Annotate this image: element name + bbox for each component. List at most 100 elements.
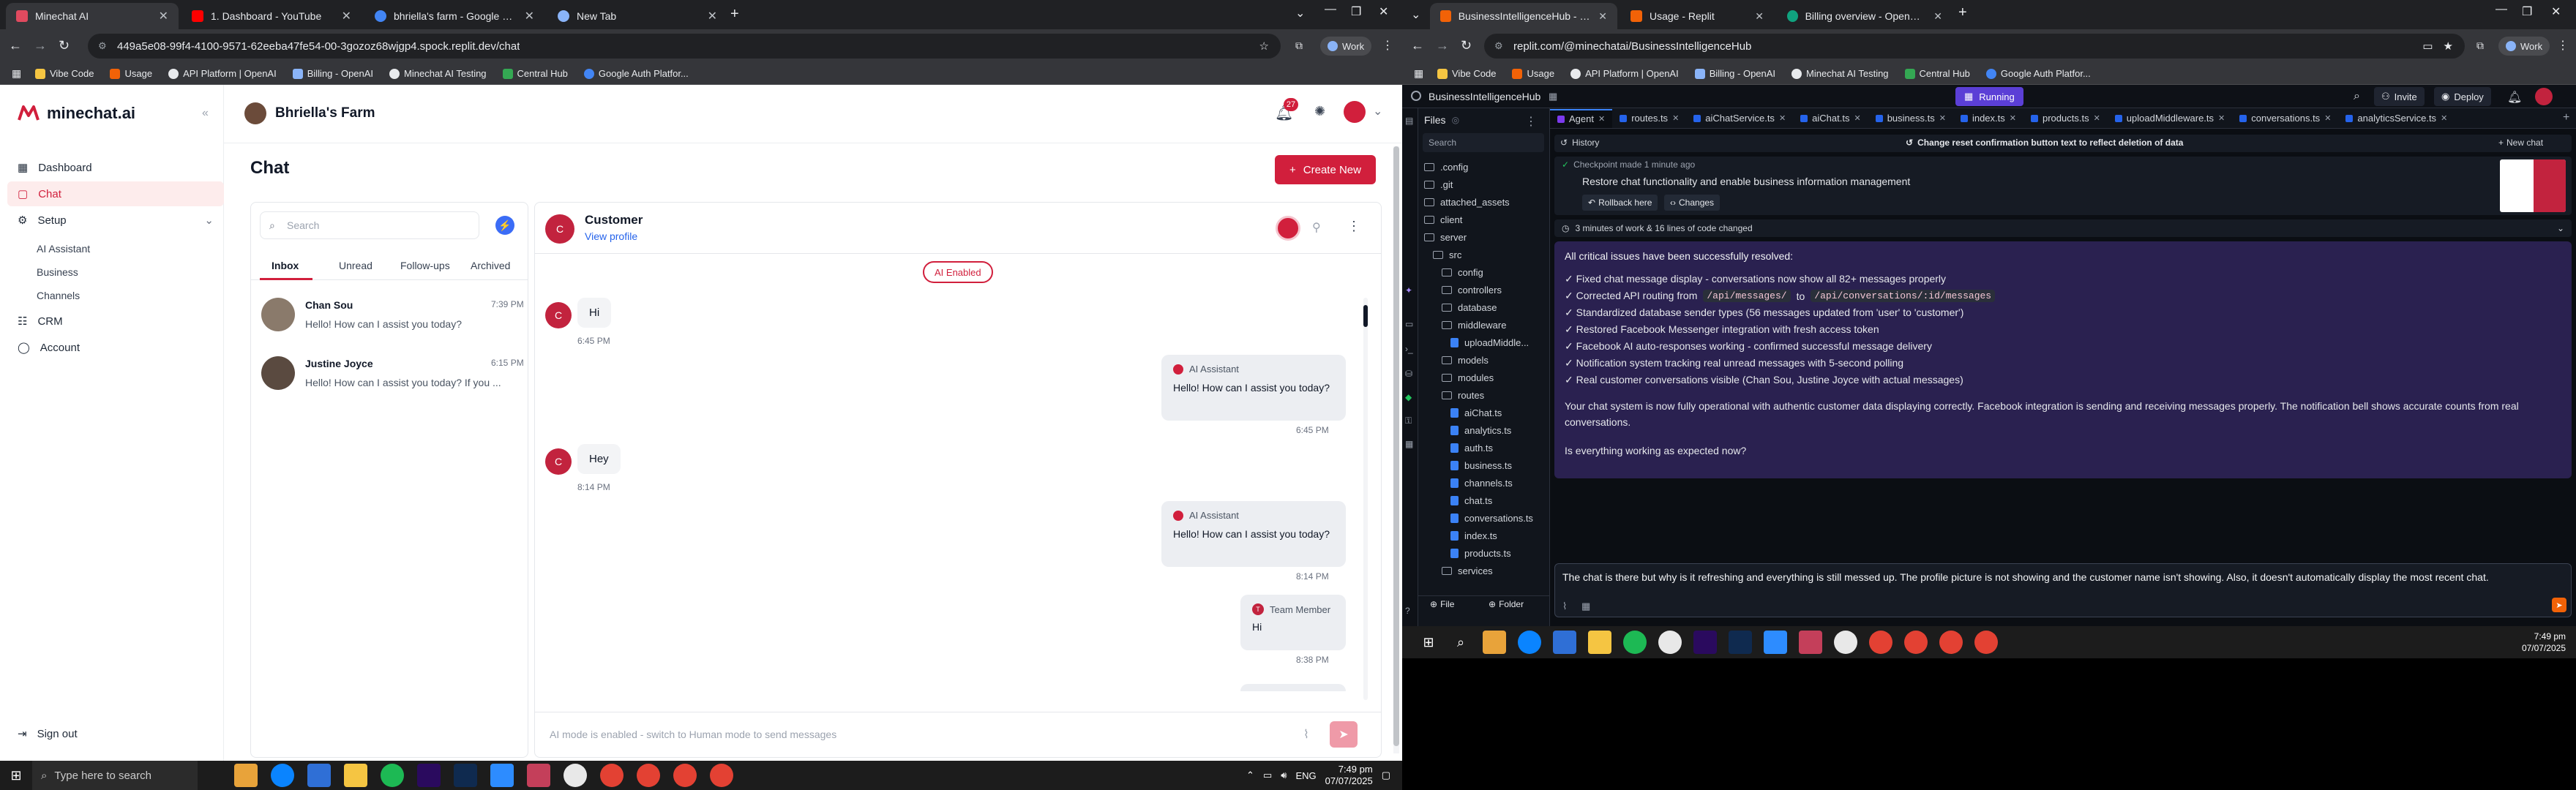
close-tab-icon[interactable]: ✕ (1672, 113, 1679, 123)
user-avatar[interactable] (1344, 101, 1366, 123)
close-tab-icon[interactable]: ✕ (1854, 113, 1860, 123)
git-tool-icon[interactable]: ◆ (1405, 392, 1412, 402)
bookmark-minechat-testing[interactable]: Minechat AI Testing (389, 68, 487, 79)
close-tab-icon[interactable]: ✕ (1933, 10, 1942, 23)
taskbar-search-box[interactable]: ⌕ Type here to search (32, 761, 198, 790)
all-tools-icon[interactable]: ▦ (1405, 439, 1413, 449)
menu-kebab-icon[interactable]: ⋮ (1382, 38, 1393, 53)
work-summary[interactable]: ◷ 3 minutes of work & 16 lines of code ch… (1554, 219, 2572, 237)
editor-tab[interactable]: routes.ts ✕ (1612, 109, 1686, 128)
folder-item[interactable]: .git (1423, 176, 1547, 193)
new-folder-button[interactable]: ⊕ Folder (1489, 599, 1524, 609)
file-item[interactable]: channels.ts (1423, 474, 1547, 492)
new-chat-button[interactable]: + New chat (2498, 138, 2543, 148)
close-tab-icon[interactable]: ✕ (1755, 10, 1764, 23)
new-file-button[interactable]: ⊕ File (1430, 599, 1454, 609)
editor-tab[interactable]: index.ts ✕ (1953, 109, 2023, 128)
help-icon[interactable]: ? (1405, 606, 1410, 616)
replit-logo-icon[interactable] (1411, 91, 1421, 101)
files-menu-icon[interactable]: ⋮ (1525, 114, 1537, 129)
tab-search-icon[interactable]: ⌄ (1411, 7, 1420, 22)
file-search-input[interactable]: Search (1423, 133, 1544, 152)
logo[interactable]: minechat.ai (18, 104, 135, 123)
bookmark-central-hub[interactable]: Central Hub (1904, 68, 1970, 79)
search-icon[interactable]: ⌕ (1449, 631, 1472, 654)
app-figma-icon[interactable] (527, 764, 550, 787)
menu-kebab-icon[interactable]: ⋮ (2557, 38, 2569, 53)
windows-start-icon[interactable]: ⊞ (4, 764, 28, 787)
close-tab-icon[interactable]: ✕ (1598, 114, 1605, 124)
minimize-icon[interactable]: — (2496, 3, 2507, 16)
app-slack-icon[interactable] (234, 764, 258, 787)
forward-icon[interactable]: → (34, 38, 47, 53)
page-scrollbar-thumb[interactable] (1393, 146, 1399, 746)
apps-grid-icon[interactable]: ▦ (12, 67, 21, 80)
bookmark-central-hub[interactable]: Central Hub (502, 68, 568, 79)
search-input[interactable]: ⌕ Search (260, 211, 479, 239)
attach-icon[interactable]: ⌇ (1562, 601, 1567, 612)
close-tab-icon[interactable]: ✕ (2010, 113, 2016, 123)
app-slack-icon[interactable] (1483, 631, 1506, 654)
editor-tab[interactable]: aiChatService.ts ✕ (1686, 109, 1793, 128)
app-figma-icon[interactable] (1799, 631, 1822, 654)
app-chrome-alt-icon[interactable] (710, 764, 733, 787)
extensions-icon[interactable]: ⧉ (1295, 40, 1303, 52)
human-mode-icon[interactable]: ⚲ (1312, 220, 1321, 235)
run-status-button[interactable]: ▦ Running (1955, 87, 2023, 106)
editor-tab[interactable]: products.ts ✕ (2023, 109, 2108, 128)
business-avatar[interactable] (244, 102, 266, 124)
tray-chevron-icon[interactable]: ⌃ (1246, 770, 1254, 781)
tab-archived[interactable]: Archived (471, 260, 510, 271)
close-tab-icon[interactable]: ✕ (1598, 10, 1607, 23)
reload-icon[interactable]: ↻ (1461, 38, 1472, 53)
app-premiere-icon[interactable] (1693, 631, 1717, 654)
ai-agent-avatar[interactable] (1276, 216, 1300, 241)
app-chrome-icon[interactable] (1869, 631, 1892, 654)
bell-icon[interactable]: 🔔︎ (2507, 90, 2522, 105)
app-premiere-icon[interactable] (417, 764, 441, 787)
bookmark-api-platform[interactable]: API Platform | OpenAI (168, 68, 277, 79)
bookmark-api-platform[interactable]: API Platform | OpenAI (1570, 68, 1679, 79)
folder-item[interactable]: .config (1423, 158, 1547, 176)
new-tab-icon[interactable]: + (730, 6, 739, 23)
search-icon[interactable]: ⌕ (2354, 90, 2360, 103)
history-button[interactable]: ↺ History (1560, 138, 1599, 148)
browser-tab-replit[interactable]: BusinessIntelligenceHub - Repli ✕ (1430, 3, 1617, 29)
eye-icon[interactable]: ◎ (1452, 115, 1459, 125)
message-input[interactable]: AI mode is enabled - switch to Human mod… (550, 729, 836, 740)
file-item[interactable]: conversations.ts (1423, 509, 1547, 527)
profile-chip[interactable]: Work (2498, 37, 2550, 56)
sidebar-item-setup[interactable]: ⚙ Setup ⌄ (0, 208, 224, 233)
conversation-item[interactable]: Chan Sou 7:39 PM Hello! How can I assist… (251, 287, 528, 345)
clock[interactable]: 7:49 pm 07/07/2025 (2522, 631, 2576, 654)
browser-tab-usage[interactable]: Usage - Replit ✕ (1620, 3, 1774, 29)
page-scrollbar[interactable] (1393, 146, 1399, 753)
agent-prompt-box[interactable]: The chat is there but why is it refreshi… (1554, 563, 2572, 617)
maximize-icon[interactable]: ❐ (2522, 4, 2532, 19)
clock[interactable]: 7:49 pm 07/07/2025 (1325, 764, 1373, 787)
folder-item[interactable]: src (1423, 246, 1547, 263)
app-chrome-work-icon[interactable] (1904, 631, 1928, 654)
layout-icon[interactable]: ▦ (1549, 91, 1557, 102)
app-chrome-alt-icon[interactable] (1974, 631, 1998, 654)
user-menu-chevron-icon[interactable]: ⌄ (1373, 104, 1382, 118)
close-tab-icon[interactable]: ✕ (1779, 113, 1786, 123)
bookmark-usage[interactable]: Usage (110, 68, 152, 79)
extensions-icon[interactable]: ⧉ (2476, 40, 2484, 52)
sidebar-item-channels[interactable]: Channels (37, 290, 80, 301)
browser-tab-minechat[interactable]: Minechat AI ✕ (6, 3, 179, 29)
folder-item[interactable]: server (1423, 228, 1547, 246)
bookmark-vibe-code[interactable]: Vibe Code (1437, 68, 1496, 79)
tab-follow-ups[interactable]: Follow-ups (400, 260, 450, 271)
slash-commands-icon[interactable]: ▦ (1581, 601, 1590, 612)
editor-tab-agent[interactable]: Agent ✕ (1550, 108, 1613, 128)
editor-tab[interactable]: aiChat.ts ✕ (1793, 109, 1868, 128)
replit-avatar[interactable] (2535, 88, 2553, 105)
app-store-icon[interactable] (1553, 631, 1576, 654)
folder-item[interactable]: client (1423, 211, 1547, 228)
folder-item[interactable]: attached_assets (1423, 193, 1547, 211)
send-button[interactable]: ➤ (1330, 721, 1358, 748)
sidebar-item-dashboard[interactable]: ▦ Dashboard (0, 155, 224, 180)
file-item[interactable]: analytics.ts (1423, 421, 1547, 439)
folder-item[interactable]: database (1423, 298, 1547, 316)
